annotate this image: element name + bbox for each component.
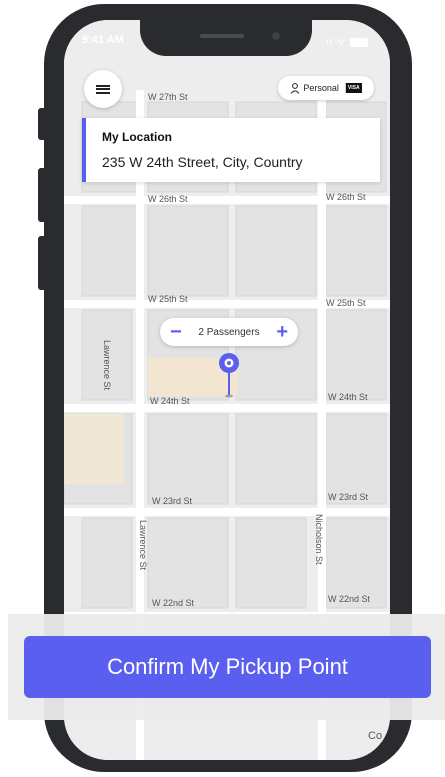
signal-wifi-icon: .ıl ᯤ [322,37,347,48]
corner-text: Co [368,730,383,742]
status-time: 9:41 AM [82,34,124,46]
menu-button[interactable] [84,70,122,108]
location-title: My Location [102,130,173,144]
street-label: W 27th St [148,92,188,102]
street-label: W 25th St [326,298,366,308]
street-label: W 22nd St [152,598,195,608]
confirm-pickup-button[interactable]: Confirm My Pickup Point [24,636,431,698]
street-label: W 25th St [148,294,188,304]
phone-notch [140,4,312,56]
phone-volume-up [38,168,46,222]
person-icon [291,82,300,94]
account-selector[interactable]: Personal VISA [278,76,374,100]
street-label: W 23rd St [152,496,193,506]
street-label: W 26th St [148,194,188,204]
plus-icon[interactable]: + [276,322,288,342]
street-label-vertical: Lawrence St [138,520,148,571]
battery-icon [350,37,369,47]
street-label: W 23rd St [328,492,369,502]
street-label: W 22nd St [328,594,371,604]
menu-icon [96,83,110,95]
passenger-count: 2 Passengers [198,326,260,338]
passenger-stepper[interactable]: − 2 Passengers + [160,318,298,346]
minus-icon[interactable]: − [170,322,182,342]
visa-card-icon: VISA [344,83,362,93]
street-label: W 24th St [150,396,190,406]
phone-side-button [38,108,46,140]
street-label: W 24th St [328,392,368,402]
location-pin-icon[interactable] [218,352,240,398]
status-icons: .ıl ᯤ [322,34,369,48]
street-label-vertical: Lawrence St [102,340,112,391]
account-label: Personal [303,83,339,93]
street-label: W 26th St [326,192,366,202]
front-camera [272,32,280,40]
speaker [200,34,244,38]
location-card[interactable]: My Location 235 W 24th Street, City, Cou… [82,118,380,182]
street-label-vertical: Nicholson St [314,514,324,565]
location-address: 235 W 24th Street, City, Country [102,154,303,170]
phone-volume-down [38,236,46,290]
